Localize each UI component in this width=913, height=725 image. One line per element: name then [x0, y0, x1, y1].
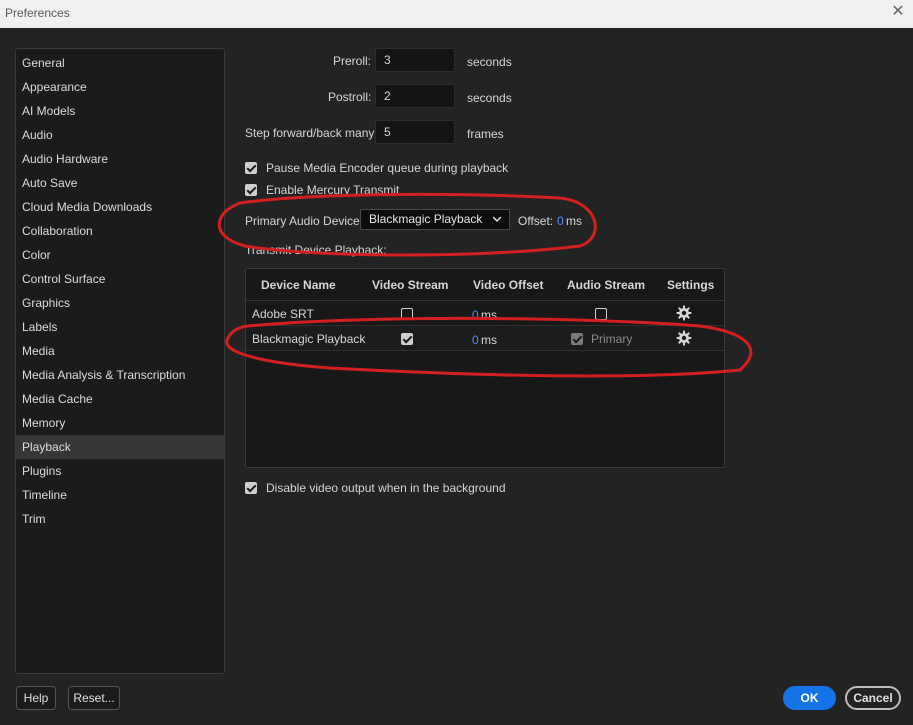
close-icon[interactable]: ✕	[889, 3, 907, 21]
video-offset-value[interactable]: 0	[472, 333, 479, 347]
sidebar-item-cloud-media-downloads[interactable]: Cloud Media Downloads	[16, 195, 224, 219]
sidebar-item-plugins[interactable]: Plugins	[16, 459, 224, 483]
sidebar-item-collaboration[interactable]: Collaboration	[16, 219, 224, 243]
video-offset-unit: ms	[481, 308, 497, 322]
step-label: Step forward/back many:	[245, 126, 378, 140]
postroll-input[interactable]: 2	[375, 84, 455, 108]
preroll-input[interactable]: 3	[375, 48, 455, 72]
window-title: Preferences	[5, 6, 70, 20]
chevron-down-icon	[493, 216, 501, 223]
offset-unit: ms	[566, 214, 582, 228]
pause-encoder-label: Pause Media Encoder queue during playbac…	[266, 161, 509, 175]
transmit-device-table: Device Name Video Stream Video Offset Au…	[245, 268, 725, 468]
sidebar-item-timeline[interactable]: Timeline	[16, 483, 224, 507]
audio-stream-checkbox[interactable]	[595, 308, 607, 320]
sidebar-item-ai-models[interactable]: AI Models	[16, 99, 224, 123]
sidebar-item-media[interactable]: Media	[16, 339, 224, 363]
primary-audio-dropdown[interactable]: Blackmagic Playback	[360, 209, 510, 230]
video-offset-unit: ms	[481, 333, 497, 347]
video-stream-checkbox[interactable]	[401, 308, 413, 320]
col-video-offset: Video Offset	[473, 278, 544, 292]
ok-button[interactable]: OK	[783, 686, 836, 710]
col-settings: Settings	[667, 278, 715, 292]
help-button[interactable]: Help	[16, 686, 56, 710]
table-row: Adobe SRT 0 ms	[246, 301, 724, 326]
device-name: Adobe SRT	[252, 307, 314, 321]
pause-encoder-checkbox[interactable]	[245, 162, 257, 174]
col-video-stream: Video Stream	[372, 278, 449, 292]
sidebar-item-general[interactable]: General	[16, 51, 224, 75]
step-input[interactable]: 5	[375, 120, 455, 144]
sidebar-item-audio[interactable]: Audio	[16, 123, 224, 147]
sidebar-item-graphics[interactable]: Graphics	[16, 291, 224, 315]
table-row: Blackmagic Playback 0 ms Primary	[246, 326, 724, 351]
sidebar-item-media-cache[interactable]: Media Cache	[16, 387, 224, 411]
gear-icon[interactable]	[676, 305, 692, 321]
postroll-label: Postroll:	[328, 90, 372, 104]
step-unit: frames	[467, 127, 504, 141]
primary-audio-label: Primary Audio Device:	[245, 214, 364, 228]
audio-stream-checkbox[interactable]	[571, 333, 583, 345]
sidebar-item-appearance[interactable]: Appearance	[16, 75, 224, 99]
device-name: Blackmagic Playback	[252, 332, 366, 346]
postroll-unit: seconds	[467, 91, 512, 105]
reset-button[interactable]: Reset...	[68, 686, 120, 710]
sidebar-item-control-surface[interactable]: Control Surface	[16, 267, 224, 291]
offset-label: Offset:	[518, 214, 554, 228]
col-device-name: Device Name	[261, 278, 336, 292]
mercury-transmit-checkbox[interactable]	[245, 184, 257, 196]
preroll-unit: seconds	[467, 55, 512, 69]
sidebar-item-audio-hardware[interactable]: Audio Hardware	[16, 147, 224, 171]
video-offset-value[interactable]: 0	[472, 308, 479, 322]
mercury-transmit-label: Enable Mercury Transmit	[266, 183, 400, 197]
sidebar-item-auto-save[interactable]: Auto Save	[16, 171, 224, 195]
primary-audio-value: Blackmagic Playback	[369, 212, 483, 226]
cancel-button[interactable]: Cancel	[845, 686, 901, 710]
sidebar-item-media-analysis[interactable]: Media Analysis & Transcription	[16, 363, 224, 387]
disable-bg-checkbox[interactable]	[245, 482, 257, 494]
sidebar: General Appearance AI Models Audio Audio…	[15, 48, 225, 674]
sidebar-item-labels[interactable]: Labels	[16, 315, 224, 339]
sidebar-item-color[interactable]: Color	[16, 243, 224, 267]
gear-icon[interactable]	[676, 330, 692, 346]
transmit-label: Transmit Device Playback:	[245, 243, 387, 257]
table-header: Device Name Video Stream Video Offset Au…	[246, 269, 724, 301]
sidebar-item-memory[interactable]: Memory	[16, 411, 224, 435]
video-stream-checkbox[interactable]	[401, 333, 413, 345]
preroll-label: Preroll:	[333, 54, 372, 68]
sidebar-item-trim[interactable]: Trim	[16, 507, 224, 531]
sidebar-item-playback[interactable]: Playback	[16, 435, 224, 459]
disable-bg-label: Disable video output when in the backgro…	[266, 481, 506, 495]
col-audio-stream: Audio Stream	[567, 278, 646, 292]
title-bar: Preferences ✕	[0, 0, 913, 28]
offset-value[interactable]: 0	[557, 214, 564, 228]
audio-primary-label: Primary	[591, 332, 633, 346]
